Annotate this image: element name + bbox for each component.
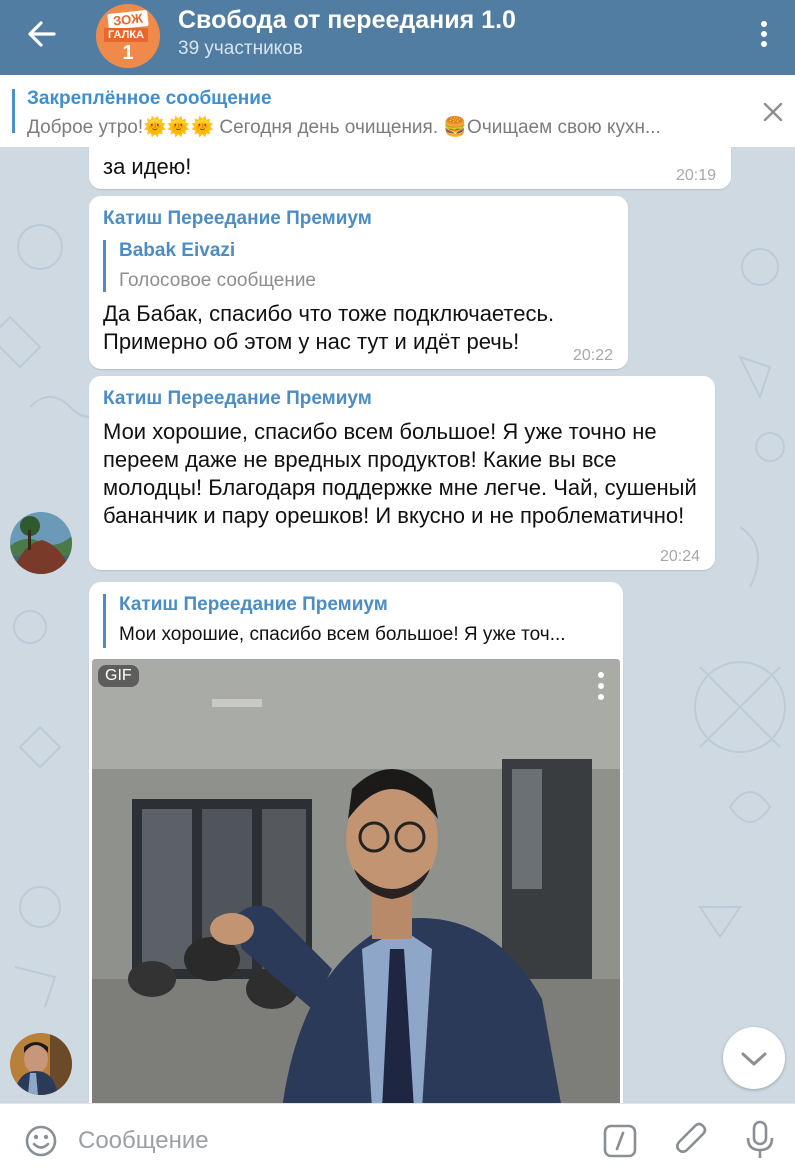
back-arrow-icon[interactable] (24, 16, 60, 52)
message-input[interactable] (78, 1122, 578, 1160)
user-avatar[interactable] (10, 512, 72, 574)
message-bubble[interactable]: Катиш Переедание Премиум Мои хорошие, сп… (89, 582, 623, 1103)
reply-sender: Катиш Переедание Премиум (119, 594, 388, 615)
chat-title[interactable]: Свобода от переедания 1.0 (178, 6, 516, 35)
sender-name[interactable]: Катиш Переедание Премиум (103, 388, 372, 410)
message-bubble[interactable]: Катиш Переедание Премиум Babak Eivazi Го… (89, 196, 628, 369)
man-avatar-image (10, 1033, 72, 1095)
emoji-icon[interactable] (24, 1124, 58, 1158)
member-count: 39 участников (178, 38, 303, 59)
message-time: 20:24 (660, 548, 701, 565)
message-time: 20:22 (573, 347, 614, 364)
message-time: 20:19 (676, 167, 717, 184)
landscape-avatar-image (10, 512, 72, 574)
reply-preview[interactable]: Катиш Переедание Премиум Мои хорошие, сп… (103, 594, 613, 648)
message-composer (0, 1103, 795, 1175)
gif-badge: GIF (98, 665, 139, 687)
message-text: за идею! (103, 154, 192, 179)
pinned-text: Доброе утро!🌞🌞🌞 Сегодня день очищения. 🍔… (27, 117, 661, 138)
reply-preview[interactable]: Babak Eivazi Голосовое сообщение (103, 240, 603, 292)
message-bubble[interactable]: Катиш Переедание Премиум Мои хорошие, сп… (89, 376, 715, 570)
pinned-accent-line (12, 89, 15, 133)
user-avatar[interactable] (10, 1033, 72, 1095)
more-menu-icon[interactable] (596, 671, 606, 701)
gif-media[interactable]: GIF (92, 659, 620, 1103)
message-bubble[interactable]: за идею! 20:19 (89, 147, 731, 189)
more-menu-icon[interactable] (752, 16, 776, 52)
avatar-line2: ГАЛКА (104, 28, 148, 42)
microphone-icon[interactable] (745, 1120, 775, 1160)
reply-text: Голосовое сообщение (119, 270, 316, 291)
pinned-title: Закреплённое сообщение (27, 88, 272, 109)
group-avatar[interactable]: ЗОЖ ГАЛКА 1 (96, 4, 160, 68)
message-list[interactable]: за идею! 20:19 Катиш Переедание Премиум … (0, 147, 795, 1103)
gif-frame-image (92, 659, 620, 1103)
close-icon[interactable] (760, 99, 786, 125)
scroll-down-button[interactable] (723, 1027, 785, 1089)
message-text: Да Бабак, спасибо что тоже подключаетесь… (103, 301, 555, 354)
chevron-down-icon (741, 1052, 767, 1066)
bot-command-icon[interactable] (603, 1124, 637, 1158)
reply-text: Мои хорошие, спасибо всем большое! Я уже… (119, 624, 566, 645)
chat-header: ЗОЖ ГАЛКА 1 Свобода от переедания 1.0 39… (0, 0, 795, 75)
reply-sender: Babak Eivazi (119, 240, 236, 261)
message-text: Мои хорошие, спасибо всем большое! Я уже… (103, 419, 697, 528)
avatar-line3: 1 (122, 42, 134, 64)
pinned-message-bar[interactable]: Закреплённое сообщение Доброе утро!🌞🌞🌞 С… (0, 75, 795, 147)
sender-name[interactable]: Катиш Переедание Премиум (103, 208, 372, 230)
attach-icon[interactable] (675, 1122, 711, 1160)
